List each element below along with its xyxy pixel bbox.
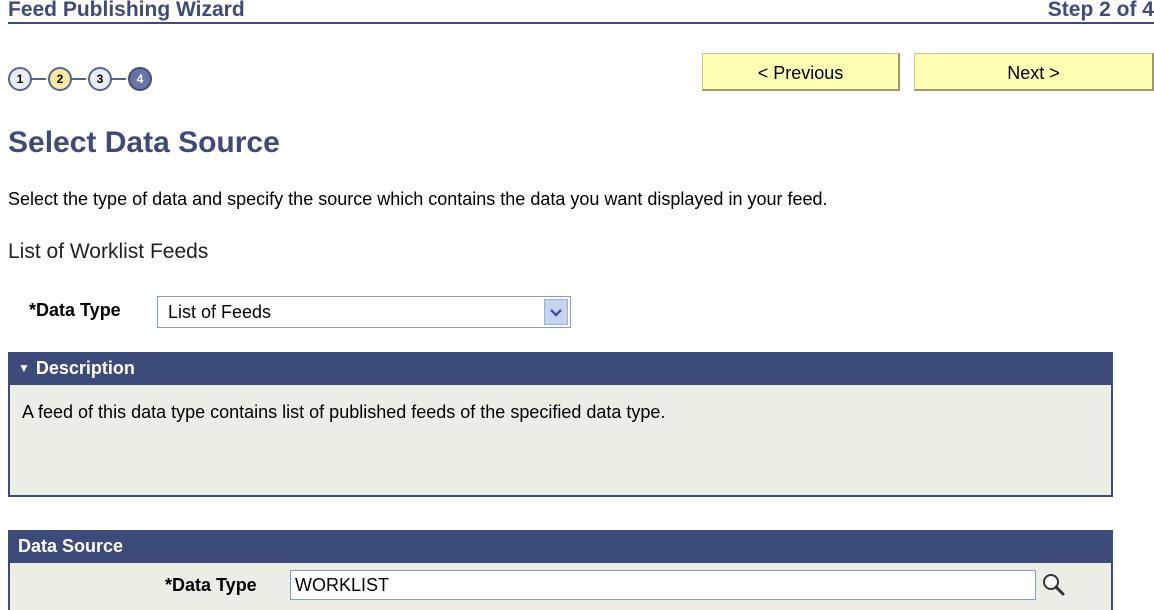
step-1[interactable]: 1 bbox=[8, 67, 32, 91]
step-connector bbox=[30, 78, 46, 80]
feed-name-label: List of Worklist Feeds bbox=[8, 240, 209, 263]
data-source-type-label: *Data Type bbox=[165, 575, 257, 595]
data-type-select[interactable]: List of Feeds bbox=[157, 296, 571, 328]
data-source-panel-title: Data Source bbox=[18, 536, 124, 556]
chevron-down-icon[interactable] bbox=[544, 299, 568, 325]
data-source-type-input[interactable]: WORKLIST bbox=[290, 570, 1036, 600]
previous-button[interactable]: < Previous bbox=[702, 53, 900, 91]
description-text: A feed of this data type contains list o… bbox=[22, 402, 666, 422]
magnifier-icon[interactable] bbox=[1040, 571, 1068, 599]
page-title: Select Data Source bbox=[8, 126, 280, 159]
description-panel-body: A feed of this data type contains list o… bbox=[8, 385, 1113, 497]
step-4[interactable]: 4 bbox=[128, 67, 152, 91]
step-3[interactable]: 3 bbox=[88, 67, 112, 91]
data-source-panel-header: Data Source bbox=[8, 530, 1113, 563]
triangle-down-icon[interactable]: ▼ bbox=[18, 352, 30, 385]
step-connector bbox=[110, 78, 126, 80]
description-panel-title: Description bbox=[35, 358, 135, 378]
data-type-label: *Data Type bbox=[29, 300, 121, 320]
step-connector bbox=[70, 78, 86, 80]
data-type-selected-value: List of Feeds bbox=[168, 302, 272, 322]
wizard-title: Feed Publishing Wizard bbox=[8, 0, 245, 21]
description-panel-header[interactable]: ▼ Description bbox=[8, 352, 1113, 385]
step-2[interactable]: 2 bbox=[48, 67, 72, 91]
step-indicator-text: Step 2 of 4 bbox=[1047, 0, 1154, 21]
header-divider bbox=[8, 22, 1154, 24]
next-button[interactable]: Next > bbox=[914, 53, 1154, 91]
instructions-text: Select the type of data and specify the … bbox=[8, 189, 828, 209]
